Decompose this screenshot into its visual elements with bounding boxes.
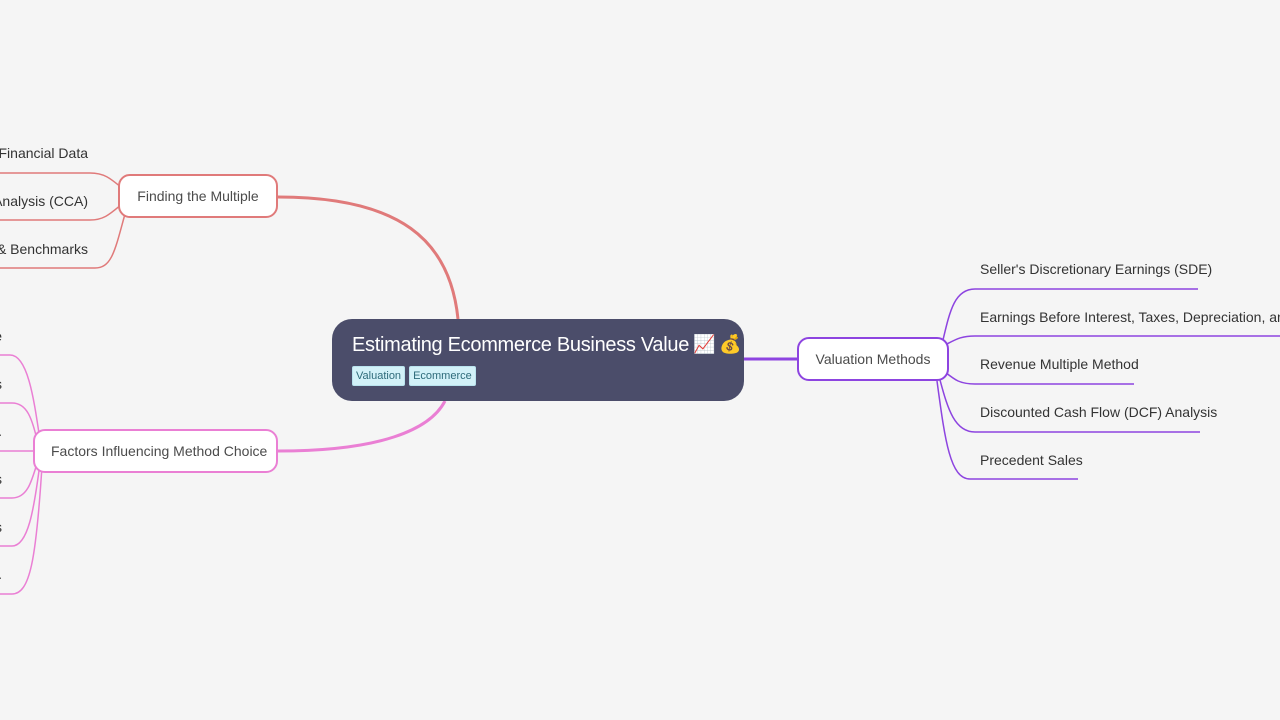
leaf-revenue-multiple[interactable]: Revenue Multiple Method xyxy=(980,356,1139,372)
leaf-factor-6[interactable]: . xyxy=(0,566,2,582)
root-title: Estimating Ecommerce Business Value xyxy=(352,334,690,356)
tag-valuation[interactable]: Valuation xyxy=(352,366,406,386)
connector-factors-child-5 xyxy=(0,462,41,547)
leaf-factor-3[interactable]: . xyxy=(0,423,2,439)
leaf-factor-4[interactable]: s xyxy=(0,471,2,487)
leaf-factor-5[interactable]: s xyxy=(0,519,2,535)
leaf-factor-1[interactable]: e xyxy=(0,328,2,344)
money-bag-icon: 💰 xyxy=(719,334,742,355)
chart-increasing-icon: 📈 xyxy=(693,334,716,355)
root-topic[interactable]: Estimating Ecommerce Business Value 📈 💰 … xyxy=(332,319,744,401)
leaf-analysis-cca[interactable]: Analysis (CCA) xyxy=(0,193,88,209)
leaf-dcf-analysis[interactable]: Discounted Cash Flow (DCF) Analysis xyxy=(980,404,1217,420)
connector-root-finding-multiple xyxy=(277,195,460,320)
branch-finding-the-multiple[interactable]: Finding the Multiple xyxy=(118,174,278,218)
connector-methods-child-3 xyxy=(944,371,1134,385)
leaf-sde[interactable]: Seller's Discretionary Earnings (SDE) xyxy=(980,261,1212,277)
leaf-financial-data[interactable]: Financial Data xyxy=(0,145,88,161)
root-tags: Valuation Ecommerce xyxy=(352,366,724,386)
connector-root-factors xyxy=(277,400,447,453)
connector-factors-child-6 xyxy=(0,465,43,595)
connector-multiple-child-1 xyxy=(0,172,123,189)
branch-factors-influencing-method-choice[interactable]: Factors Influencing Method Choice xyxy=(33,429,278,473)
branch-valuation-methods[interactable]: Valuation Methods xyxy=(797,337,949,381)
leaf-benchmarks[interactable]: & Benchmarks xyxy=(0,241,88,257)
leaf-precedent-sales[interactable]: Precedent Sales xyxy=(980,452,1083,468)
root-title-row: Estimating Ecommerce Business Value 📈 💰 xyxy=(352,331,742,359)
leaf-ebitda[interactable]: Earnings Before Interest, Taxes, Depreci… xyxy=(980,309,1280,325)
connector-methods-child-2 xyxy=(944,335,1280,346)
leaf-factor-2[interactable]: s xyxy=(0,376,2,392)
connector-factors-child-2 xyxy=(0,402,39,444)
tag-ecommerce[interactable]: Ecommerce xyxy=(409,366,476,386)
connector-factors-child-4 xyxy=(0,459,39,499)
